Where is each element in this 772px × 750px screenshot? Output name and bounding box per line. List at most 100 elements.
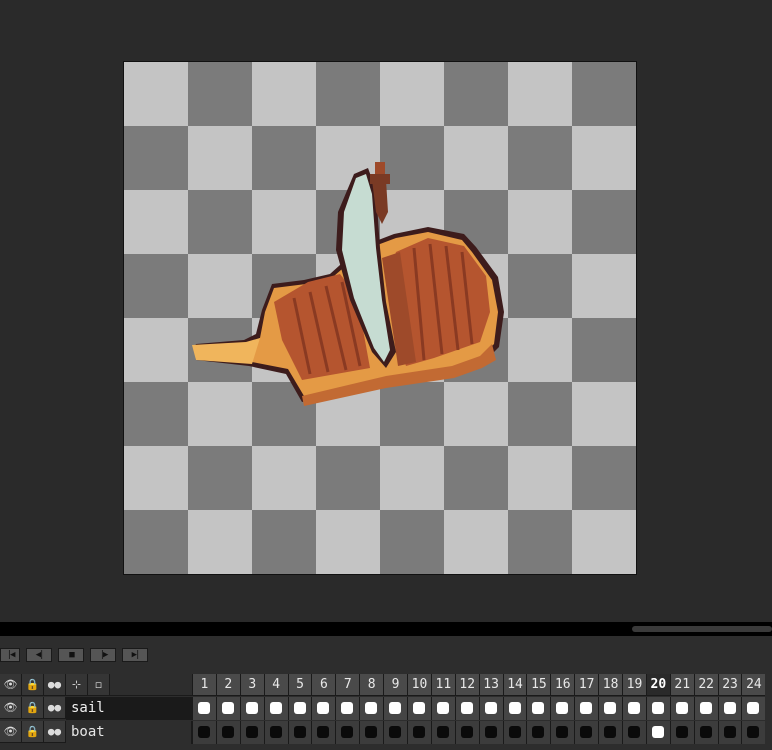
cel[interactable] — [239, 697, 264, 720]
cel[interactable] — [311, 697, 336, 720]
frame-number[interactable]: 18 — [598, 674, 623, 696]
frame-number[interactable]: 11 — [430, 674, 455, 696]
frame-numbers: 1 2 3 4 5 6 7 8 9 10 11 12 13 14 15 16 17 18 19 20 21 22 23 24 — [192, 674, 766, 696]
layer-row-boat[interactable]: 👁 🔒 ●● boat — [0, 721, 772, 744]
eye-icon[interactable]: 👁 — [0, 697, 22, 719]
cel[interactable] — [430, 721, 455, 744]
continuous-icon[interactable]: ●● — [44, 721, 66, 743]
cel[interactable] — [407, 721, 431, 744]
frame-number[interactable]: 2 — [215, 674, 240, 696]
cel[interactable] — [669, 721, 694, 744]
cel[interactable] — [359, 697, 384, 720]
lock-icon[interactable]: 🔒 — [22, 697, 44, 719]
cel[interactable] — [526, 697, 551, 720]
cel[interactable] — [359, 721, 384, 744]
layer-options-icon[interactable]: ◻ — [88, 674, 110, 696]
cel[interactable] — [263, 697, 288, 720]
layer-row-sail[interactable]: 👁 🔒 ●● sail — [0, 697, 772, 720]
frame-number[interactable]: 7 — [335, 674, 360, 696]
cel[interactable] — [454, 697, 479, 720]
lock-icon[interactable]: 🔒 — [22, 674, 44, 696]
cel[interactable] — [478, 697, 503, 720]
previous-frame-icon[interactable]: ◀| — [26, 648, 52, 662]
cel[interactable] — [311, 721, 336, 744]
cel[interactable] — [717, 721, 742, 744]
cel-track-sail — [192, 697, 766, 720]
sprite-canvas[interactable] — [123, 61, 637, 575]
cel[interactable] — [526, 721, 551, 744]
frame-number[interactable]: 23 — [717, 674, 742, 696]
cel[interactable] — [335, 697, 360, 720]
visibility-icon[interactable]: 👁 — [0, 674, 22, 696]
horizontal-scrollbar[interactable] — [632, 626, 772, 632]
cel[interactable] — [622, 721, 646, 744]
cel[interactable] — [598, 697, 623, 720]
cel[interactable] — [574, 721, 599, 744]
cel[interactable] — [239, 721, 264, 744]
cel[interactable] — [287, 721, 312, 744]
frame-number[interactable]: 5 — [287, 674, 312, 696]
cel[interactable] — [215, 721, 240, 744]
cel[interactable] — [407, 697, 431, 720]
continuous-icon[interactable]: ●● — [44, 697, 66, 719]
cel-track-boat — [192, 721, 766, 744]
cel[interactable] — [598, 721, 623, 744]
cel[interactable] — [502, 721, 527, 744]
cel[interactable] — [669, 697, 694, 720]
frame-number[interactable]: 3 — [239, 674, 264, 696]
cel[interactable] — [645, 697, 670, 720]
frame-number[interactable]: 10 — [407, 674, 431, 696]
cel[interactable] — [502, 697, 527, 720]
frame-number[interactable]: 6 — [311, 674, 336, 696]
cel[interactable] — [622, 697, 646, 720]
cel[interactable] — [717, 697, 742, 720]
frame-number[interactable]: 14 — [502, 674, 527, 696]
cel[interactable] — [335, 721, 360, 744]
cel[interactable] — [478, 721, 503, 744]
cel[interactable] — [215, 697, 240, 720]
cel[interactable] — [693, 697, 718, 720]
cel[interactable] — [741, 697, 766, 720]
frame-number[interactable]: 8 — [359, 674, 384, 696]
layer-name[interactable]: boat — [66, 721, 192, 744]
cel[interactable] — [192, 697, 216, 720]
frame-number[interactable]: 9 — [383, 674, 408, 696]
play-icon[interactable]: ■ — [58, 648, 84, 662]
cel-keyframe-icon — [723, 726, 736, 738]
frame-number[interactable]: 22 — [693, 674, 718, 696]
cel[interactable] — [383, 697, 408, 720]
eye-icon[interactable]: 👁 — [0, 721, 22, 743]
cel[interactable] — [645, 721, 670, 744]
cel-keyframe-icon — [341, 702, 354, 714]
cel[interactable] — [383, 721, 408, 744]
cel[interactable] — [192, 721, 216, 744]
cel[interactable] — [550, 697, 575, 720]
cel[interactable] — [741, 721, 766, 744]
layer-name[interactable]: sail — [66, 697, 192, 720]
next-frame-icon[interactable]: |▶ — [90, 648, 116, 662]
cel[interactable] — [550, 721, 575, 744]
lock-icon[interactable]: 🔒 — [22, 721, 44, 743]
cel[interactable] — [454, 721, 479, 744]
frame-number[interactable]: 12 — [454, 674, 479, 696]
first-frame-icon[interactable]: |◀ — [0, 648, 20, 662]
cel[interactable] — [693, 721, 718, 744]
frame-number[interactable]: 19 — [622, 674, 646, 696]
frame-number[interactable]: 17 — [574, 674, 599, 696]
frame-number[interactable]: 15 — [526, 674, 551, 696]
frame-number[interactable]: 24 — [741, 674, 766, 696]
frame-number[interactable]: 13 — [478, 674, 503, 696]
cel[interactable] — [287, 697, 312, 720]
continuous-icon[interactable]: ●● — [44, 674, 66, 696]
frame-number[interactable]: 16 — [550, 674, 575, 696]
cel[interactable] — [574, 697, 599, 720]
frame-number[interactable]: 1 — [192, 674, 216, 696]
frame-number[interactable]: 21 — [669, 674, 694, 696]
frame-number[interactable]: 20 — [645, 674, 670, 696]
cel-keyframe-icon — [747, 702, 760, 714]
link-cels-icon[interactable]: ⊹ — [66, 674, 88, 696]
cel[interactable] — [263, 721, 288, 744]
frame-number[interactable]: 4 — [263, 674, 288, 696]
last-frame-icon[interactable]: ▶| — [122, 648, 148, 662]
cel[interactable] — [430, 697, 455, 720]
